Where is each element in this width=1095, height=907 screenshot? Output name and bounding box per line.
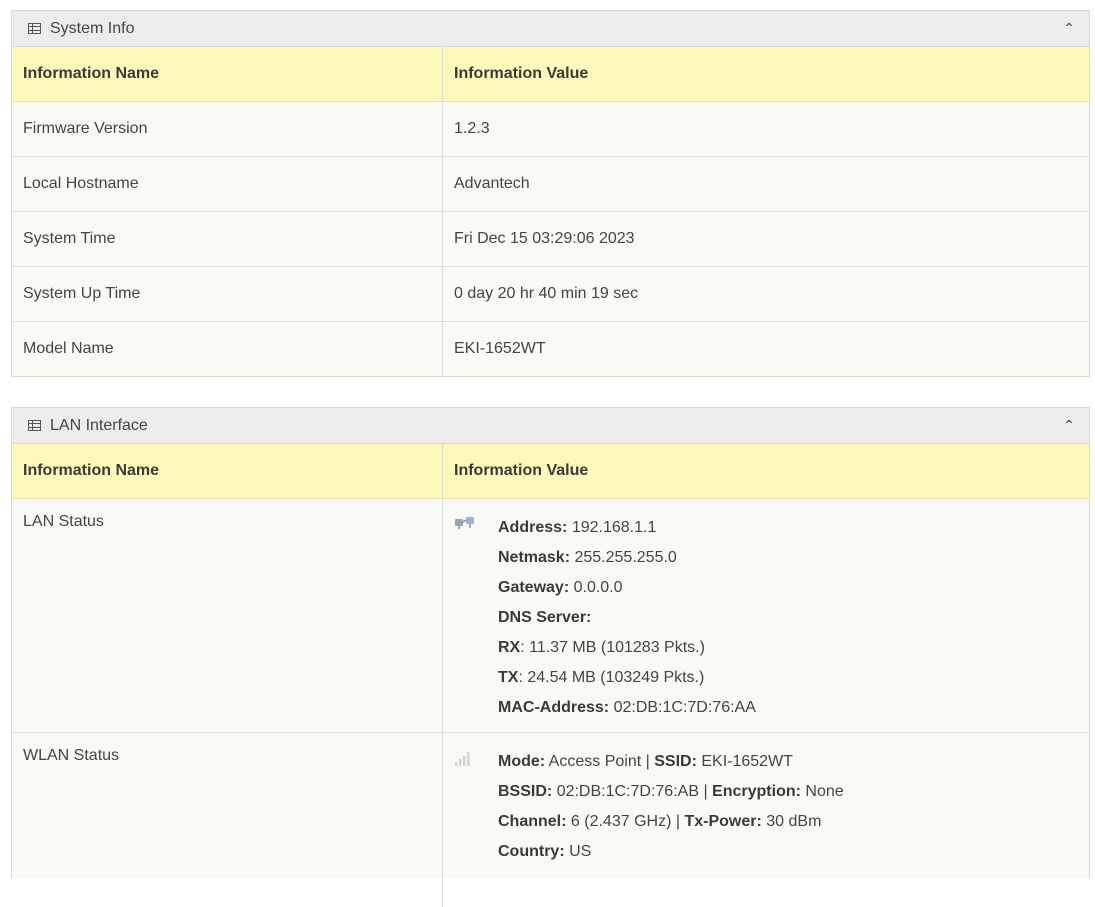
row-name: System Up Time	[12, 267, 443, 322]
column-header-value: Information Value	[443, 47, 1090, 102]
row-name: LAN Status	[12, 499, 443, 733]
table-header-row: Information Name Information Value	[12, 47, 1089, 102]
separator: |	[646, 753, 650, 770]
channel-value: 6 (2.437 GHz)	[571, 813, 671, 830]
address-label: Address:	[498, 519, 567, 536]
lan-status-details: Address: 192.168.1.1 Netmask: 255.255.25…	[498, 513, 756, 723]
table-row: Model Name EKI-1652WT	[12, 322, 1089, 377]
row-value: Advantech	[443, 157, 1090, 212]
encryption-value: None	[805, 783, 843, 800]
row-value: Fri Dec 15 03:29:06 2023	[443, 212, 1090, 267]
table-row: System Up Time 0 day 20 hr 40 min 19 sec	[12, 267, 1089, 322]
table-grid-icon	[28, 23, 41, 34]
table-row: Local Hostname Advantech	[12, 157, 1089, 212]
lan-interface-header: LAN Interface ⌃	[12, 408, 1089, 444]
country-label: Country:	[498, 843, 565, 860]
tx-power-label: Tx-Power:	[684, 813, 761, 830]
rx-value: : 11.37 MB (101283 Pkts.)	[520, 639, 705, 656]
row-value: 0 day 20 hr 40 min 19 sec	[443, 267, 1090, 322]
dns-server-label: DNS Server:	[498, 609, 591, 626]
tx-value: : 24.54 MB (103249 Pkts.)	[518, 669, 704, 686]
row-value: Mode: Access Point | SSID: EKI-1652WT BS…	[443, 733, 1090, 907]
system-info-table: Information Name Information Value Firmw…	[12, 47, 1089, 376]
ethernet-icon	[454, 515, 484, 723]
gateway-label: Gateway:	[498, 579, 569, 596]
tx-power-value: 30 dBm	[766, 813, 821, 830]
table-row-wlan-status: WLAN Status Mode: Access Point | SSID: E…	[12, 733, 1089, 907]
mac-address-label: MAC-Address:	[498, 699, 609, 716]
row-value: Address: 192.168.1.1 Netmask: 255.255.25…	[443, 499, 1090, 733]
separator: |	[703, 783, 707, 800]
column-header-value: Information Value	[443, 444, 1090, 499]
table-row: System Time Fri Dec 15 03:29:06 2023	[12, 212, 1089, 267]
tx-label: TX	[498, 669, 518, 686]
mac-address-value: 02:DB:1C:7D:76:AA	[614, 699, 756, 716]
column-header-name: Information Name	[12, 47, 443, 102]
table-row-lan-status: LAN Status Address: 192.168.1.1 Netmask:…	[12, 499, 1089, 733]
table-grid-icon	[28, 420, 41, 431]
bssid-label: BSSID:	[498, 783, 552, 800]
panel-title: LAN Interface	[50, 417, 148, 435]
collapse-chevron-up-icon[interactable]: ⌃	[1063, 21, 1075, 35]
address-value: 192.168.1.1	[572, 519, 657, 536]
rx-label: RX	[498, 639, 520, 656]
encryption-label: Encryption:	[712, 783, 801, 800]
netmask-value: 255.255.255.0	[574, 549, 676, 566]
row-name: Firmware Version	[12, 102, 443, 157]
lan-interface-table: Information Name Information Value LAN S…	[12, 444, 1089, 907]
netmask-label: Netmask:	[498, 549, 570, 566]
gateway-value: 0.0.0.0	[574, 579, 623, 596]
row-name: WLAN Status	[12, 733, 443, 907]
row-name: Local Hostname	[12, 157, 443, 212]
column-header-name: Information Name	[12, 444, 443, 499]
table-row: Firmware Version 1.2.3	[12, 102, 1089, 157]
signal-icon	[454, 749, 484, 867]
table-header-row: Information Name Information Value	[12, 444, 1089, 499]
mode-label: Mode:	[498, 753, 545, 770]
system-info-header: System Info ⌃	[12, 11, 1089, 47]
system-info-panel: System Info ⌃ Information Name Informati…	[11, 10, 1090, 377]
lan-interface-panel: LAN Interface ⌃ Information Name Informa…	[11, 407, 1090, 878]
ssid-label: SSID:	[654, 753, 697, 770]
row-value: EKI-1652WT	[443, 322, 1090, 377]
bssid-value: 02:DB:1C:7D:76:AB	[557, 783, 699, 800]
wlan-status-details: Mode: Access Point | SSID: EKI-1652WT BS…	[498, 747, 844, 867]
country-value: US	[569, 843, 591, 860]
mode-value: Access Point	[549, 753, 641, 770]
row-name: System Time	[12, 212, 443, 267]
row-value: 1.2.3	[443, 102, 1090, 157]
ssid-value: EKI-1652WT	[701, 753, 793, 770]
row-name: Model Name	[12, 322, 443, 377]
channel-label: Channel:	[498, 813, 566, 830]
separator: |	[676, 813, 680, 830]
collapse-chevron-up-icon[interactable]: ⌃	[1063, 418, 1075, 432]
panel-title: System Info	[50, 20, 134, 38]
